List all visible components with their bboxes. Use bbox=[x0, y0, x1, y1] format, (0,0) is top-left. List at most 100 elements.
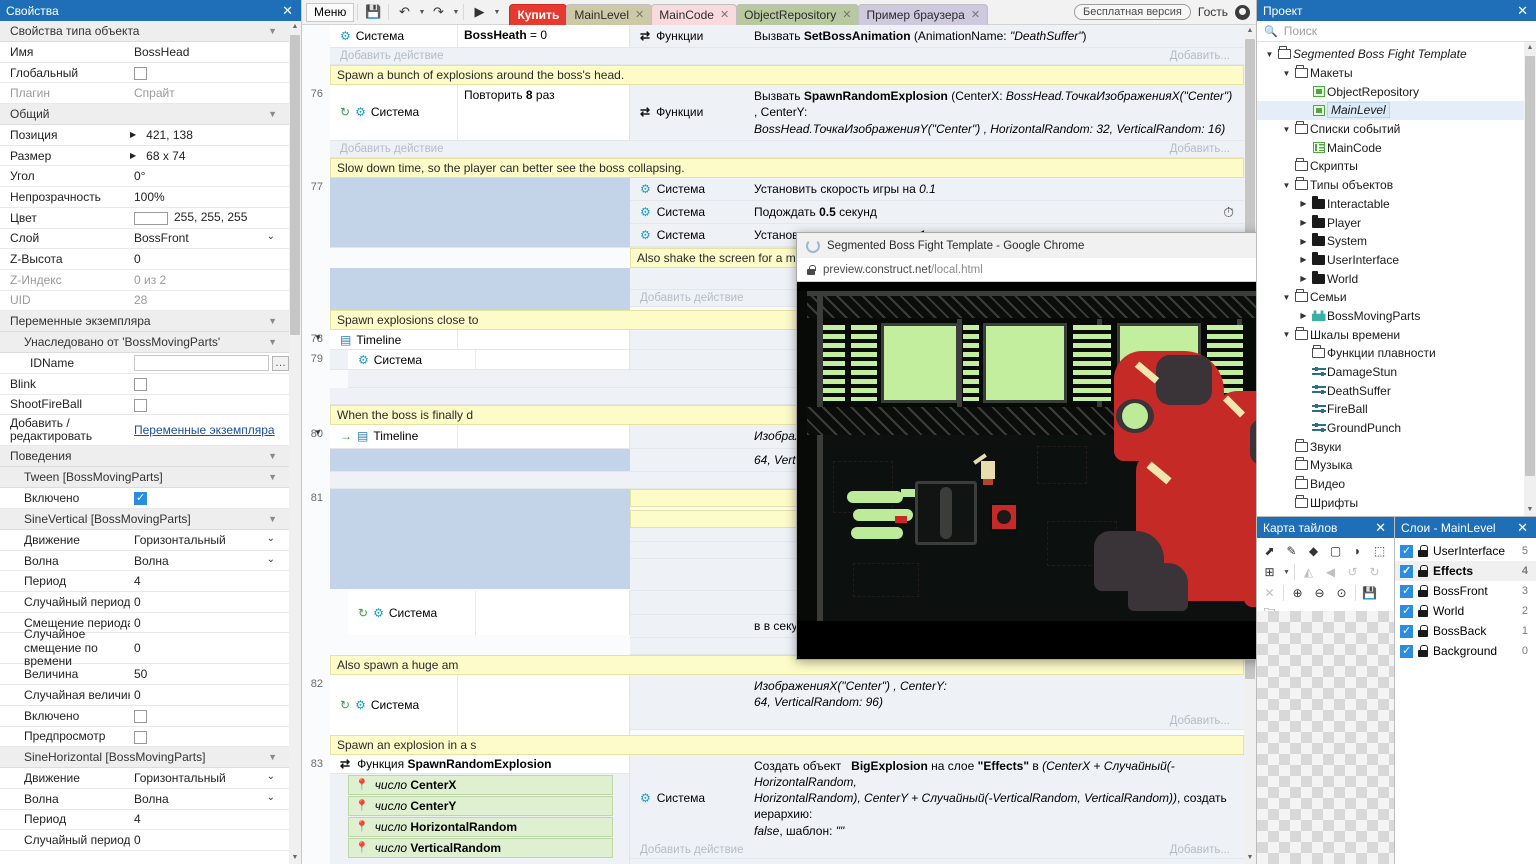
expand-triangle-icon[interactable]: ▶ bbox=[130, 130, 136, 139]
row-sv-magnitude[interactable]: Величина 50 bbox=[0, 664, 289, 686]
scroll-down-icon[interactable]: ▼ bbox=[1244, 852, 1256, 864]
tween-enabled-checkbox[interactable] bbox=[134, 491, 147, 506]
layer-visible-checkbox[interactable] bbox=[1400, 544, 1413, 558]
event-row[interactable]: 76 ↻ ⚙ Система Повторить 8 раз ⇄ Функции Вы… bbox=[302, 85, 1244, 158]
lock-icon[interactable] bbox=[1418, 545, 1428, 557]
group-behaviors[interactable]: Поведения ▼ bbox=[0, 446, 289, 468]
group-object-type[interactable]: Свойства типа объекта ▼ bbox=[0, 21, 289, 42]
function-param[interactable]: 📍 число HorizontalRandom bbox=[348, 816, 613, 837]
flip-v-icon[interactable]: ◀ bbox=[1320, 562, 1341, 582]
tree-twisty-icon[interactable]: ▶ bbox=[1297, 199, 1310, 208]
tree-item--[interactable]: Звуки bbox=[1257, 437, 1524, 456]
chevron-down-icon[interactable]: ⌄ bbox=[267, 533, 275, 544]
tree-item-userinterface[interactable]: ▶ UserInterface bbox=[1257, 251, 1524, 270]
layers-list[interactable]: UserInterface 5 Effects 4 BossFront 3 World 2 Bo… bbox=[1395, 538, 1536, 661]
tree-item-bossmovingparts[interactable]: ▶ BossMovingParts bbox=[1257, 307, 1524, 326]
chevron-down-icon[interactable]: ⌄ bbox=[267, 771, 275, 782]
function-param[interactable]: 📍 число VerticalRandom bbox=[348, 837, 613, 858]
eraser-icon[interactable]: ◆ bbox=[1303, 541, 1324, 561]
event-row[interactable]: 82 ↻ ⚙ Система ИзображенияX("Center") , Ce… bbox=[302, 674, 1244, 735]
tree-item--[interactable]: ▼ Семьи bbox=[1257, 288, 1524, 307]
tree-item-world[interactable]: ▶ World bbox=[1257, 269, 1524, 288]
tree-twisty-icon[interactable]: ▼ bbox=[1280, 181, 1293, 190]
edit-instance-variables-link[interactable]: Переменные экземпляра bbox=[134, 423, 275, 437]
tree-item-mainlevel[interactable]: MainLevel bbox=[1257, 101, 1524, 120]
row-sh-movement[interactable]: Движение Горизонтальный ⌄ bbox=[0, 768, 289, 789]
close-icon[interactable]: ✕ bbox=[720, 8, 729, 21]
select-icon[interactable]: ⬚ bbox=[1369, 541, 1390, 561]
save-icon[interactable]: 💾 bbox=[1359, 583, 1380, 603]
tree-item-damagestun[interactable]: DamageStun bbox=[1257, 363, 1524, 382]
row-tween-enabled[interactable]: Включено bbox=[0, 488, 289, 509]
row-sv-random-time-offset[interactable]: Случайное смещение по времени 0 bbox=[0, 628, 289, 668]
lock-icon[interactable] bbox=[1418, 565, 1428, 577]
row-sv-enabled[interactable]: Включено bbox=[0, 706, 289, 727]
project-tree[interactable]: ▼ Segmented Boss Fight Template ▼ Макеты Obj… bbox=[1257, 42, 1536, 516]
layer-visible-checkbox[interactable] bbox=[1400, 624, 1413, 638]
redo-dropdown-icon[interactable]: ▼ bbox=[450, 2, 460, 23]
row-idname[interactable]: IDName … bbox=[0, 353, 289, 374]
tree-item--[interactable]: Функции плавности bbox=[1257, 344, 1524, 363]
tree-item-deathsuffer[interactable]: DeathSuffer bbox=[1257, 381, 1524, 400]
redo-icon[interactable]: ↷ bbox=[426, 2, 450, 23]
comment-row[interactable]: Slow down time, so the player can better… bbox=[330, 157, 1244, 178]
sine-vertical-enabled-checkbox[interactable] bbox=[134, 709, 147, 723]
expand-triangle-icon[interactable]: ▶ bbox=[130, 151, 136, 160]
event-row[interactable]: ⚙ Система BossHeath = 0 ⇄ Функции Вызвать … bbox=[302, 25, 1244, 66]
layer-visible-checkbox[interactable] bbox=[1400, 564, 1413, 578]
avatar[interactable] bbox=[1235, 4, 1250, 20]
action-text[interactable]: Создать объект BigExplosion на слое "Eff… bbox=[748, 755, 1244, 842]
flip-h-icon[interactable]: ◭ bbox=[1298, 562, 1319, 582]
undo-dropdown-icon[interactable]: ▼ bbox=[416, 2, 426, 23]
row-sv-period-random[interactable]: Случайный период 0 bbox=[0, 592, 289, 613]
idname-input[interactable] bbox=[134, 355, 269, 372]
shootfireball-checkbox[interactable] bbox=[134, 398, 147, 412]
group-instance-variables[interactable]: Переменные экземпляра ▼ bbox=[0, 311, 289, 333]
save-icon[interactable]: 💾 bbox=[361, 2, 385, 23]
tree-item-interactable[interactable]: ▶ Interactable bbox=[1257, 195, 1524, 214]
row-global[interactable]: Глобальный bbox=[0, 63, 289, 84]
action-text[interactable]: ИзображенияX("Center") , CenterY: 64, Ver… bbox=[748, 675, 1244, 713]
row-shootfireball[interactable]: ShootFireBall bbox=[0, 395, 289, 416]
layer-row-bossfront[interactable]: BossFront 3 bbox=[1395, 581, 1536, 601]
comment-row[interactable]: Spawn an explosion in a s bbox=[330, 734, 1244, 755]
rotate-ccw-icon[interactable]: ↺ bbox=[1342, 562, 1363, 582]
fill-icon[interactable]: ◗ bbox=[1347, 541, 1368, 561]
tree-twisty-icon[interactable]: ▼ bbox=[1263, 50, 1276, 59]
zoom-in-icon[interactable]: ⊕ bbox=[1287, 583, 1308, 603]
tree-item-groundpunch[interactable]: GroundPunch bbox=[1257, 419, 1524, 438]
scroll-down-icon[interactable]: ▼ bbox=[1524, 504, 1536, 516]
close-icon[interactable]: ✕ bbox=[1373, 521, 1388, 534]
dropdown-icon[interactable]: ▼ bbox=[1281, 562, 1291, 582]
row-sv-wave[interactable]: Волна Волна ⌄ bbox=[0, 551, 289, 572]
group-inherited[interactable]: Унаследовано от 'BossMovingParts' ▼ bbox=[0, 332, 289, 354]
tab-objectrepository[interactable]: ObjectRepository ✕ bbox=[736, 3, 860, 25]
close-icon[interactable]: ✕ bbox=[635, 8, 644, 21]
zoom-out-icon[interactable]: ⊖ bbox=[1309, 583, 1330, 603]
tree-twisty-icon[interactable]: ▼ bbox=[1280, 125, 1293, 134]
layer-row-effects[interactable]: Effects 4 bbox=[1395, 561, 1536, 581]
scroll-up-icon[interactable]: ▲ bbox=[289, 21, 301, 33]
tree-item--[interactable]: ▼ Списки событий bbox=[1257, 120, 1524, 139]
group-tween[interactable]: Tween [BossMovingParts] ▼ bbox=[0, 467, 289, 489]
lock-icon[interactable] bbox=[1418, 605, 1428, 617]
lock-icon[interactable] bbox=[1418, 625, 1428, 637]
tree-twisty-icon[interactable]: ▶ bbox=[1297, 218, 1310, 227]
tab-buy[interactable]: Купить bbox=[509, 3, 568, 25]
row-sv-movement[interactable]: Движение Горизонтальный ⌄ bbox=[0, 530, 289, 551]
add-action-row[interactable]: Добавить... bbox=[630, 713, 1244, 731]
delete-icon[interactable]: ✕ bbox=[1259, 583, 1280, 603]
tree-item--[interactable]: Шрифты bbox=[1257, 494, 1524, 513]
pencil-icon[interactable]: ✎ bbox=[1281, 541, 1302, 561]
run-dropdown-icon[interactable]: ▼ bbox=[491, 2, 501, 23]
menu-button[interactable]: Меню bbox=[306, 2, 355, 22]
tree-item--[interactable]: ▼ Шкалы времени bbox=[1257, 325, 1524, 344]
add-action-row[interactable]: Добавить действиеДобавить... bbox=[330, 48, 1244, 66]
row-sh-period[interactable]: Период 4 bbox=[0, 810, 289, 831]
row-add-edit-variables[interactable]: Добавить / редактировать Переменные экзе… bbox=[0, 415, 289, 447]
function-param[interactable]: 📍 число CenterX bbox=[348, 774, 613, 795]
row-sh-period-random[interactable]: Случайный период 0 bbox=[0, 830, 289, 851]
lock-icon[interactable] bbox=[1418, 645, 1428, 657]
tree-twisty-icon[interactable]: ▶ bbox=[1297, 255, 1310, 264]
row-sv-magnitude-random[interactable]: Случайная величина 0 bbox=[0, 685, 289, 706]
